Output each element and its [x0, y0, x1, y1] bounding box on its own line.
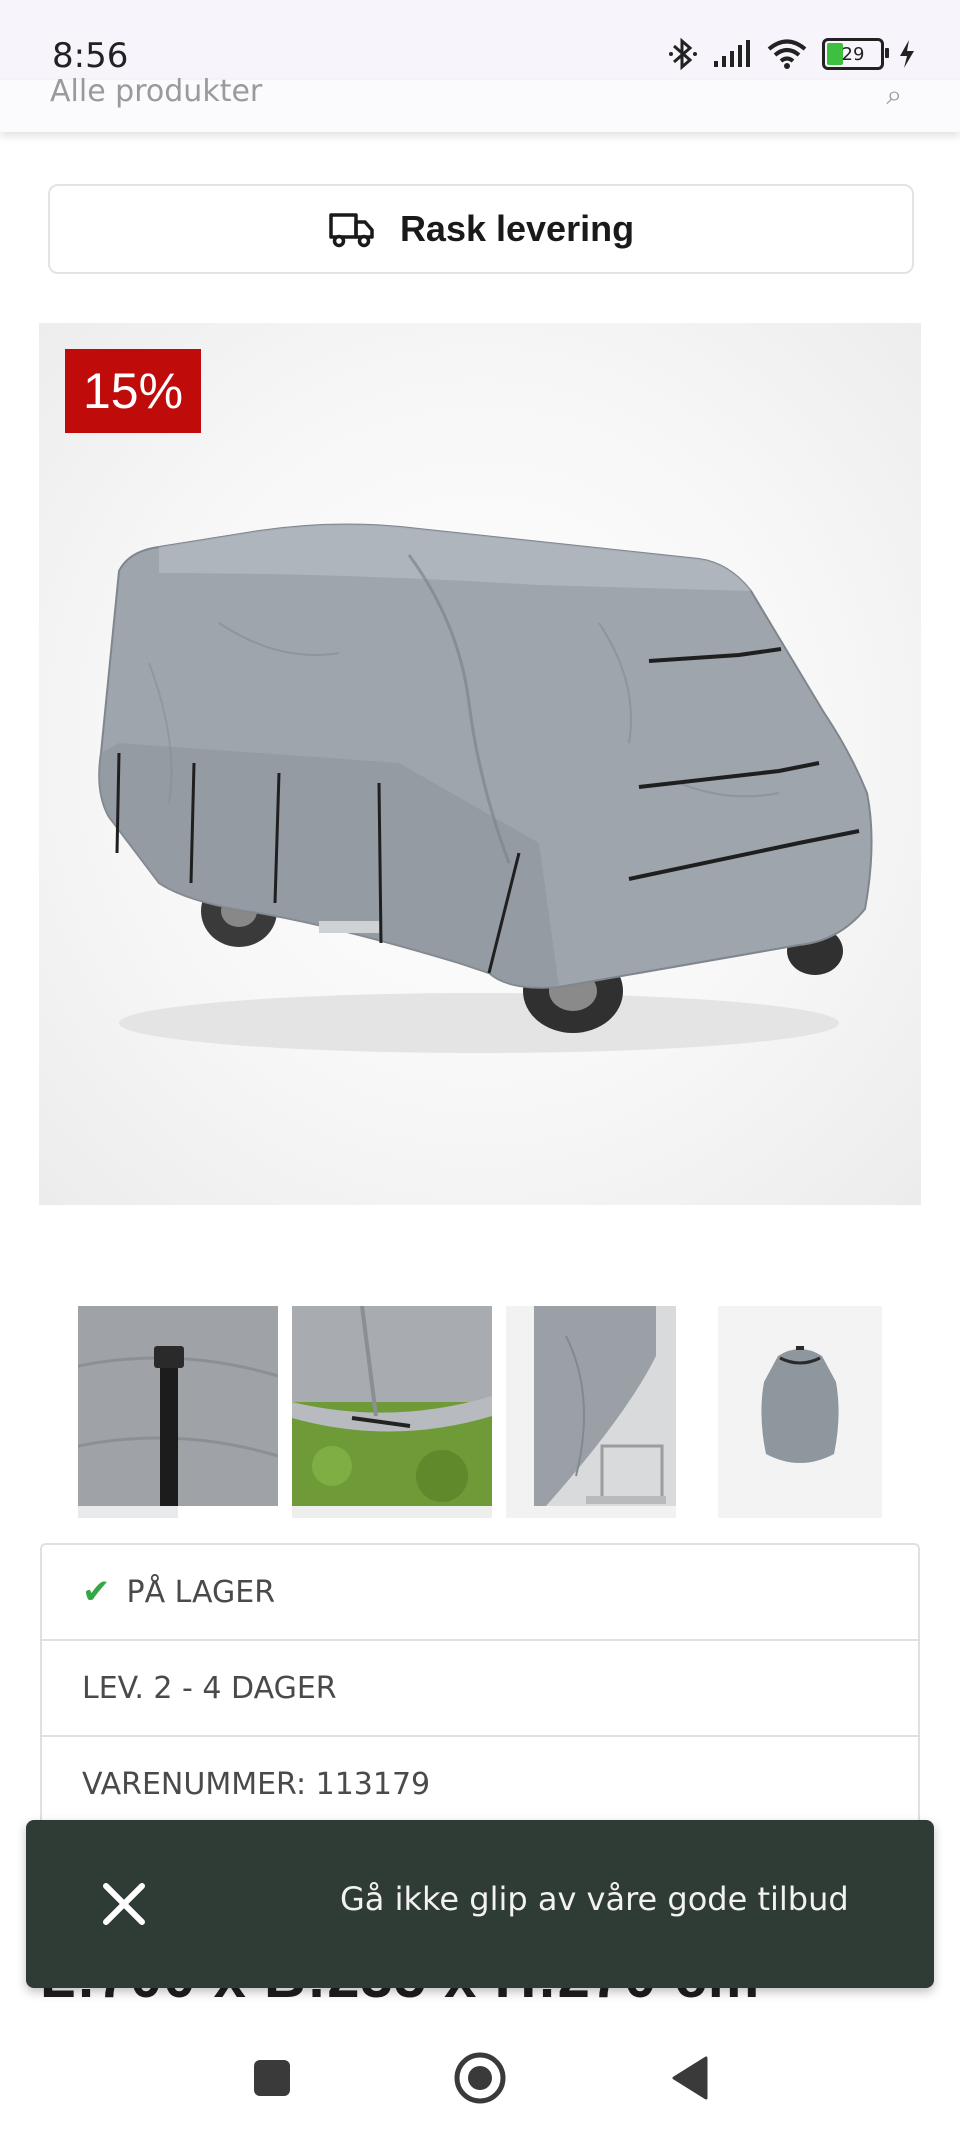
- thumbnail-grass-image: [292, 1306, 492, 1518]
- discount-badge: 15%: [65, 349, 201, 433]
- search-fragment: Alle produkter: [50, 74, 263, 109]
- system-nav-bar: [0, 2010, 960, 2134]
- signal-icon: [714, 40, 750, 67]
- thumbnail-storage-bag[interactable]: [718, 1306, 882, 1518]
- motorhome-cover-image: [98, 523, 873, 1053]
- thumbnail-grass[interactable]: [292, 1306, 492, 1518]
- item-number: VARENUMMER: 113179: [82, 1766, 431, 1802]
- truck-icon: [329, 213, 374, 248]
- battery-level: 29: [841, 43, 865, 65]
- status-icons: 29: [668, 34, 916, 74]
- close-icon[interactable]: [96, 1876, 152, 1932]
- checkmark-icon: ✔: [82, 1572, 111, 1612]
- status-time: 8:56: [52, 36, 129, 76]
- stock-status: PÅ LAGER: [126, 1574, 276, 1610]
- thumbnail-side-door-image: [506, 1306, 676, 1518]
- delivery-banner: Rask levering: [48, 184, 914, 274]
- bluetooth-icon: [669, 37, 697, 71]
- thumbnail-strap-image: [78, 1306, 278, 1518]
- home-circle-icon[interactable]: [450, 2048, 510, 2108]
- search-icon[interactable]: ⌕: [886, 78, 902, 112]
- delivery-time: LEV. 2 - 4 DAGER: [82, 1670, 337, 1706]
- product-info-box: ✔ PÅ LAGER LEV. 2 - 4 DAGER VARENUMMER: …: [40, 1543, 920, 1833]
- thumbnail-strip: [78, 1306, 886, 1518]
- offers-toast[interactable]: Gå ikke glip av våre gode tilbud: [26, 1820, 934, 1988]
- charging-icon: [900, 40, 914, 68]
- battery-icon: 29: [822, 38, 889, 70]
- back-triangle-icon[interactable]: [660, 2048, 720, 2108]
- recents-square-icon[interactable]: [242, 2048, 302, 2108]
- stock-status-row: ✔ PÅ LAGER: [40, 1543, 920, 1641]
- thumbnail-strap[interactable]: [78, 1306, 278, 1518]
- thumbnail-side-door[interactable]: [506, 1306, 676, 1518]
- product-main-image[interactable]: 15%: [39, 323, 921, 1205]
- toast-message[interactable]: Gå ikke glip av våre gode tilbud: [340, 1880, 849, 1918]
- delivery-label: Rask levering: [399, 208, 635, 249]
- item-number-row: VARENUMMER: 113179: [40, 1735, 920, 1833]
- thumbnail-storage-bag-image: [718, 1306, 882, 1518]
- header-search-strip[interactable]: Alle produkter ⌕: [0, 74, 960, 132]
- delivery-time-row: LEV. 2 - 4 DAGER: [40, 1639, 920, 1737]
- wifi-icon: [767, 39, 807, 69]
